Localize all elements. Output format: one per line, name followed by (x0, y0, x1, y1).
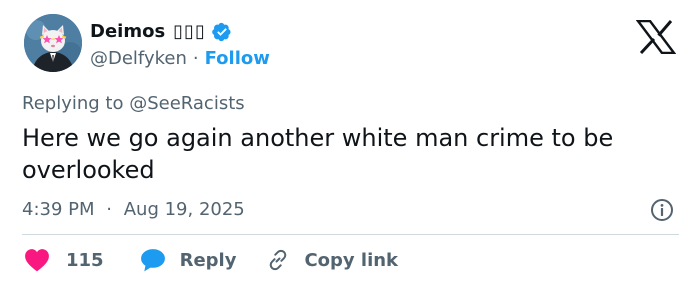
tweet-time: 4:39 PM (22, 199, 95, 220)
link-icon (270, 249, 287, 271)
separator-dot: · (106, 199, 112, 220)
tweet-text: Here we go again another white man crime… (22, 124, 614, 184)
verified-badge-icon (212, 22, 232, 42)
info-icon[interactable] (650, 198, 674, 222)
author-handle-row: @Delfyken · Follow (90, 48, 270, 69)
copy-link-label: Copy link (304, 249, 399, 271)
follow-button[interactable]: Follow (205, 48, 270, 69)
like-count: 115 (66, 249, 104, 271)
reply-label: Reply (179, 249, 237, 271)
author-name[interactable]: Deimos (90, 21, 165, 42)
reply-button[interactable]: Reply (140, 248, 237, 272)
separator-dot: · (192, 48, 199, 69)
author-name-suffix: ▯▯▯ (173, 21, 206, 42)
reply-context-prefix: Replying to (22, 93, 124, 114)
reply-context: Replying to @SeeRacists (22, 93, 245, 114)
tweet-timestamp[interactable]: 4:39 PM · Aug 19, 2025 (22, 199, 245, 220)
x-logo-icon[interactable] (635, 19, 677, 55)
action-bar: 115 Reply Copy link (24, 247, 398, 273)
speech-bubble-icon (140, 249, 165, 272)
author-handle[interactable]: @Delfyken (90, 48, 187, 69)
author-name-row[interactable]: Deimos ▯▯▯ (90, 21, 232, 42)
divider (22, 234, 679, 235)
like-button[interactable]: 115 (24, 248, 104, 272)
cat-avatar-icon (24, 14, 82, 72)
reply-context-mention[interactable]: @SeeRacists (129, 93, 244, 114)
heart-icon (25, 249, 49, 272)
tweet-date: Aug 19, 2025 (123, 199, 245, 220)
avatar[interactable] (24, 14, 82, 72)
copy-link-button[interactable]: Copy link (266, 248, 398, 272)
